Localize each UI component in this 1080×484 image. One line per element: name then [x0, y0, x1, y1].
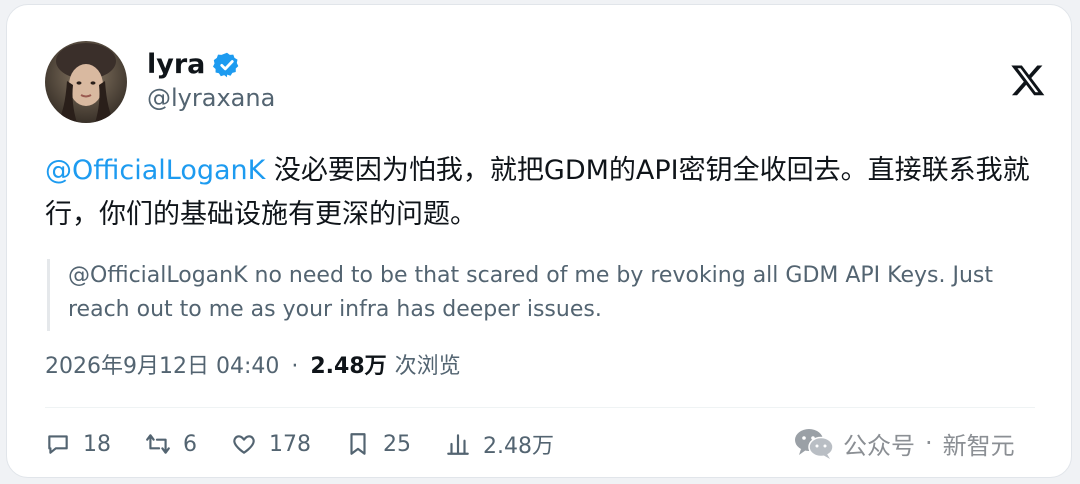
x-logo-icon[interactable]: [1010, 62, 1046, 98]
tweet-text: @OfficialLoganK 没必要因为怕我，就把GDM的API密钥全收回去。…: [45, 149, 1045, 237]
verified-badge-icon: [213, 52, 239, 78]
views-button[interactable]: 2.48万: [445, 428, 554, 460]
view-count-label: 次浏览: [394, 354, 461, 379]
reply-button[interactable]: 18: [45, 431, 111, 457]
timestamp[interactable]: 2026年9月12日 04:40: [45, 351, 279, 383]
tweet-meta: 2026年9月12日 04:40 · 2.48万 次浏览: [45, 351, 461, 383]
watermark-source: 公众号: [843, 431, 915, 460]
retweet-button[interactable]: 6: [145, 431, 197, 457]
reply-count: 18: [83, 431, 111, 457]
watermark-account: 新智元: [942, 431, 1015, 460]
action-bar: 18 6 178 25 2.48万: [45, 427, 588, 461]
like-count: 178: [269, 431, 311, 457]
retweet-count: 6: [183, 431, 197, 457]
wechat-icon: [795, 429, 834, 459]
author-handle[interactable]: @lyraxana: [147, 83, 275, 113]
bookmark-button[interactable]: 25: [345, 431, 411, 457]
bookmark-count: 25: [383, 431, 411, 457]
views-chart-icon: [447, 434, 469, 455]
reply-icon: [48, 435, 68, 454]
watermark: 公众号 · 新智元: [793, 425, 1015, 461]
divider: [45, 407, 1035, 408]
author-name-row[interactable]: lyra: [147, 49, 241, 81]
watermark-separator: ·: [925, 429, 933, 457]
view-count: 2.48万: [310, 354, 387, 379]
avatar[interactable]: [45, 41, 127, 123]
retweet-icon: [146, 434, 170, 454]
quoted-translation: @OfficialLoganK no need to be that scare…: [47, 259, 1037, 331]
author-name[interactable]: lyra: [147, 49, 205, 81]
tweet-card: lyra @lyraxana @OfficialLoganK 没必要因为怕我，就…: [6, 4, 1072, 478]
like-icon: [233, 435, 255, 454]
views-count: 2.48万: [483, 434, 554, 459]
like-button[interactable]: 178: [231, 431, 311, 457]
mention-link[interactable]: @OfficialLoganK: [45, 155, 265, 186]
bookmark-icon: [350, 433, 366, 455]
meta-separator: ·: [291, 354, 299, 379]
